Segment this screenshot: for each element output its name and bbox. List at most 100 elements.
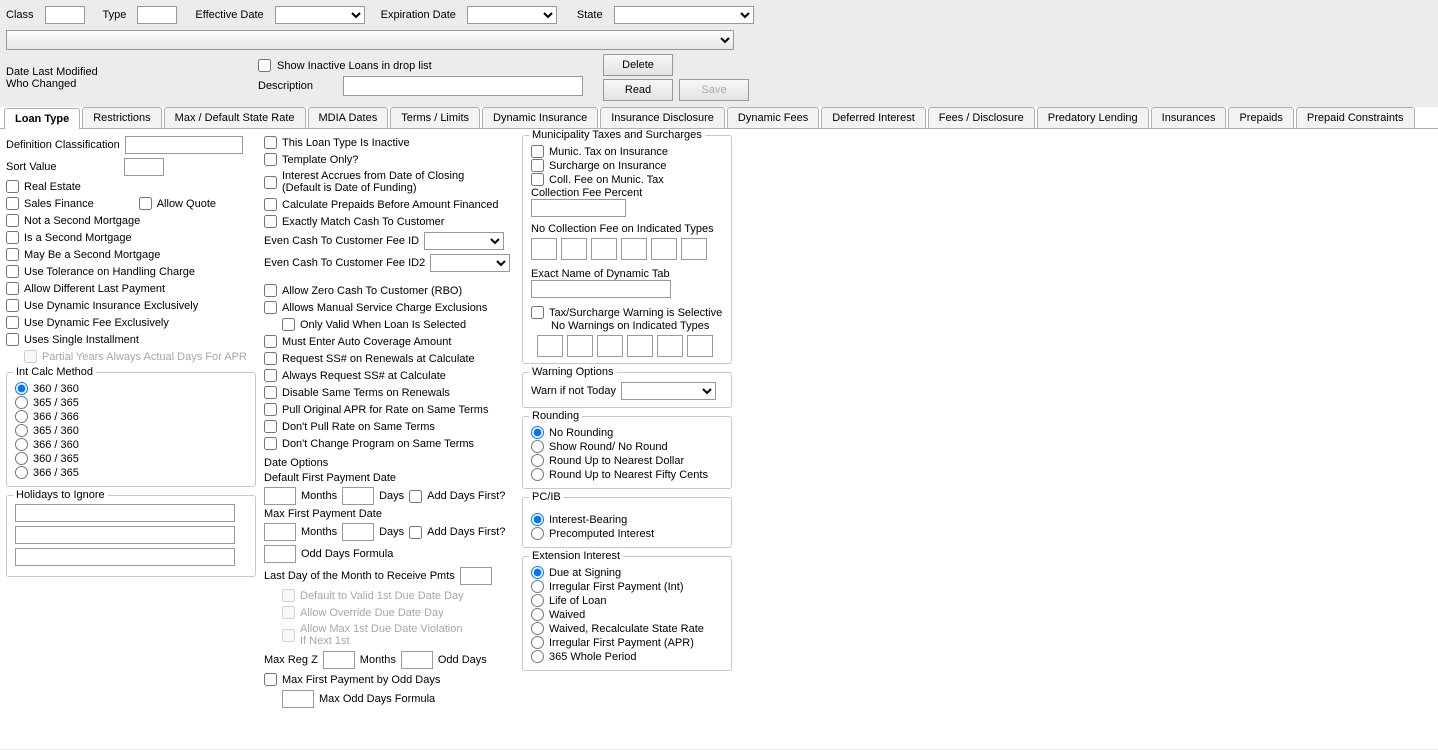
state-select[interactable]: [614, 6, 754, 24]
allows-manual-checkbox[interactable]: [264, 301, 277, 314]
ext-waived-recalc-radio[interactable]: [531, 622, 544, 635]
no-warn-type-4[interactable]: [627, 335, 653, 357]
max-first-by-odd-checkbox[interactable]: [264, 673, 277, 686]
exact-match-checkbox[interactable]: [264, 215, 277, 228]
int-calc-365-365-radio[interactable]: [15, 396, 28, 409]
coll-fee-checkbox[interactable]: [531, 173, 544, 186]
int-calc-360-360-radio[interactable]: [15, 382, 28, 395]
def-first-months-input[interactable]: [264, 487, 296, 505]
use-tolerance-checkbox[interactable]: [6, 265, 19, 278]
use-dyn-ins-checkbox[interactable]: [6, 299, 19, 312]
max-first-days-input[interactable]: [342, 523, 374, 541]
pull-original-checkbox[interactable]: [264, 403, 277, 416]
tab-max-default-state-rate[interactable]: Max / Default State Rate: [164, 107, 306, 128]
allow-diff-last-checkbox[interactable]: [6, 282, 19, 295]
no-warn-type-6[interactable]: [687, 335, 713, 357]
show-round-radio[interactable]: [531, 440, 544, 453]
holiday-input-2[interactable]: [15, 526, 235, 544]
max-add-days-checkbox[interactable]: [409, 526, 422, 539]
tab-prepaid-constraints[interactable]: Prepaid Constraints: [1296, 107, 1415, 128]
always-request-ss-checkbox[interactable]: [264, 369, 277, 382]
ext-due-signing-radio[interactable]: [531, 566, 544, 579]
type-input[interactable]: [137, 6, 177, 24]
must-enter-checkbox[interactable]: [264, 335, 277, 348]
loan-select[interactable]: [6, 30, 734, 50]
inactive-checkbox[interactable]: [264, 136, 277, 149]
last-day-input[interactable]: [460, 567, 492, 585]
no-rounding-radio[interactable]: [531, 426, 544, 439]
surcharge-checkbox[interactable]: [531, 159, 544, 172]
holiday-input-1[interactable]: [15, 504, 235, 522]
int-calc-366-366-radio[interactable]: [15, 410, 28, 423]
def-first-days-input[interactable]: [342, 487, 374, 505]
no-coll-type-3[interactable]: [591, 238, 617, 260]
ext-waived-radio[interactable]: [531, 608, 544, 621]
save-button[interactable]: Save: [679, 79, 749, 101]
template-only-checkbox[interactable]: [264, 153, 277, 166]
no-coll-type-5[interactable]: [651, 238, 677, 260]
is-second-checkbox[interactable]: [6, 231, 19, 244]
odd-days-formula-input[interactable]: [264, 545, 296, 563]
ext-365-radio[interactable]: [531, 650, 544, 663]
dont-change-checkbox[interactable]: [264, 437, 277, 450]
definition-classification-input[interactable]: [125, 136, 243, 154]
show-inactive-checkbox[interactable]: [258, 59, 271, 72]
even-cash-id2-select[interactable]: [430, 254, 510, 272]
exact-name-input[interactable]: [531, 280, 671, 298]
no-warn-type-1[interactable]: [537, 335, 563, 357]
tab-loan-type[interactable]: Loan Type: [4, 108, 80, 129]
holiday-input-3[interactable]: [15, 548, 235, 566]
sales-finance-checkbox[interactable]: [6, 197, 19, 210]
no-coll-type-6[interactable]: [681, 238, 707, 260]
max-reg-z-odd-input[interactable]: [401, 651, 433, 669]
class-input[interactable]: [45, 6, 85, 24]
max-first-months-input[interactable]: [264, 523, 296, 541]
round-dollar-radio[interactable]: [531, 454, 544, 467]
request-ss-renew-checkbox[interactable]: [264, 352, 277, 365]
uses-single-checkbox[interactable]: [6, 333, 19, 346]
int-calc-366-365-radio[interactable]: [15, 466, 28, 479]
tab-dynamic-fees[interactable]: Dynamic Fees: [727, 107, 819, 128]
calc-prepaids-checkbox[interactable]: [264, 198, 277, 211]
tax-warn-checkbox[interactable]: [531, 306, 544, 319]
description-input[interactable]: [343, 76, 583, 96]
eff-date-select[interactable]: [275, 6, 365, 24]
only-valid-checkbox[interactable]: [282, 318, 295, 331]
tab-terms-limits[interactable]: Terms / Limits: [390, 107, 480, 128]
tab-mdia-dates[interactable]: MDIA Dates: [308, 107, 389, 128]
tab-insurances[interactable]: Insurances: [1151, 107, 1227, 128]
delete-button[interactable]: Delete: [603, 54, 673, 76]
max-odd-formula-input[interactable]: [282, 690, 314, 708]
tab-prepaids[interactable]: Prepaids: [1228, 107, 1293, 128]
sort-value-input[interactable]: [124, 158, 164, 176]
even-cash-id-select[interactable]: [424, 232, 504, 250]
dont-pull-checkbox[interactable]: [264, 420, 277, 433]
tab-deferred-interest[interactable]: Deferred Interest: [821, 107, 926, 128]
tab-insurance-disclosure[interactable]: Insurance Disclosure: [600, 107, 725, 128]
allow-zero-checkbox[interactable]: [264, 284, 277, 297]
interest-accrues-checkbox[interactable]: [264, 176, 277, 189]
exp-date-select[interactable]: [467, 6, 557, 24]
round-fifty-radio[interactable]: [531, 468, 544, 481]
read-button[interactable]: Read: [603, 79, 673, 101]
no-warn-type-5[interactable]: [657, 335, 683, 357]
int-calc-365-360-radio[interactable]: [15, 424, 28, 437]
no-warn-type-3[interactable]: [597, 335, 623, 357]
int-calc-360-365-radio[interactable]: [15, 452, 28, 465]
ext-life-radio[interactable]: [531, 594, 544, 607]
tab-restrictions[interactable]: Restrictions: [82, 107, 161, 128]
warn-if-not-select[interactable]: [621, 382, 716, 400]
int-calc-366-360-radio[interactable]: [15, 438, 28, 451]
precomputed-radio[interactable]: [531, 527, 544, 540]
no-coll-type-2[interactable]: [561, 238, 587, 260]
not-second-checkbox[interactable]: [6, 214, 19, 227]
max-reg-z-months-input[interactable]: [323, 651, 355, 669]
muni-tax-checkbox[interactable]: [531, 145, 544, 158]
def-add-days-checkbox[interactable]: [409, 490, 422, 503]
tab-fees-disclosure[interactable]: Fees / Disclosure: [928, 107, 1035, 128]
no-coll-type-4[interactable]: [621, 238, 647, 260]
tab-predatory-lending[interactable]: Predatory Lending: [1037, 107, 1149, 128]
allow-quote-checkbox[interactable]: [139, 197, 152, 210]
use-dyn-fee-checkbox[interactable]: [6, 316, 19, 329]
disable-same-checkbox[interactable]: [264, 386, 277, 399]
